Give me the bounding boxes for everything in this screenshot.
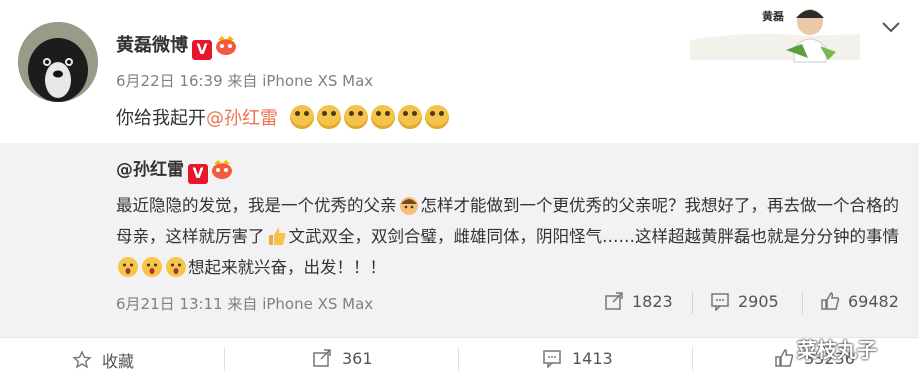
- doge-emoji-icon: [289, 105, 314, 129]
- surprised-emoji-icon: [142, 257, 162, 277]
- card-header-decoration: 黄磊: [690, 0, 860, 70]
- doge-emoji-group: [289, 105, 452, 129]
- stat-divider: [692, 292, 693, 314]
- post-author-name[interactable]: 黄磊微博: [116, 35, 188, 56]
- share-icon: [605, 292, 623, 310]
- stat-divider: [802, 292, 803, 314]
- member-crown-icon: [216, 36, 236, 55]
- surprised-emoji-icon: [118, 257, 138, 277]
- repost-author[interactable]: @孙红雷 V: [116, 155, 234, 184]
- comment-button[interactable]: 1413: [542, 348, 613, 368]
- repost-repost-count-button[interactable]: 1823: [604, 291, 673, 311]
- header-art-label: 黄磊: [762, 10, 784, 23]
- doge-emoji-icon: [316, 105, 341, 129]
- repost-text-part4: 想起来就兴奋，出发！！！: [188, 258, 386, 277]
- avatar[interactable]: [18, 22, 98, 102]
- favorite-label: 收藏: [102, 352, 135, 371]
- repost-repost-count: 1823: [632, 291, 673, 311]
- verified-icon: V: [192, 40, 212, 60]
- mention-link[interactable]: @孙红雷: [206, 108, 278, 129]
- chevron-down-icon: [882, 22, 900, 33]
- post-text-body: 你给我起开: [116, 108, 206, 129]
- doge-emoji-icon: [424, 105, 449, 129]
- post-source: 来自 iPhone XS Max: [227, 72, 374, 90]
- post-meta: 6月22日 16:39 来自 iPhone XS Max: [116, 70, 373, 91]
- repost-like-count-button[interactable]: 69482: [820, 291, 899, 311]
- repost-text: 最近隐隐的发觉，我是一个优秀的父亲 怎样才能做到一个更优秀的父亲呢？我想好了，再去…: [116, 190, 906, 283]
- verified-icon: V: [188, 164, 208, 184]
- repost-source: 来自 iPhone XS Max: [227, 295, 374, 313]
- comment-icon: [711, 293, 729, 311]
- action-divider: [224, 347, 225, 371]
- repost-date[interactable]: 6月21日 13:11: [116, 295, 223, 313]
- thumbs-up-emoji-icon: [268, 228, 285, 245]
- member-crown-icon: [212, 160, 232, 179]
- repost-button[interactable]: 361: [312, 348, 373, 368]
- repost-text-part1: 最近隐隐的发觉，我是一个优秀的父亲: [116, 196, 397, 215]
- repost-comment-count: 2905: [738, 291, 779, 311]
- favorite-button[interactable]: 收藏: [72, 348, 134, 372]
- star-icon: [72, 350, 92, 369]
- watermark: 菜枝丸子: [797, 338, 877, 362]
- more-options-button[interactable]: [880, 18, 902, 36]
- doge-emoji-icon: [343, 105, 368, 129]
- comment-icon: [543, 350, 561, 368]
- doge-emoji-icon: [397, 105, 422, 129]
- share-icon: [313, 349, 331, 367]
- action-divider: [692, 347, 693, 371]
- post-text: 你给我起开@孙红雷: [116, 104, 452, 130]
- repost-author-name[interactable]: @孙红雷: [116, 160, 184, 180]
- repost-meta: 6月21日 13:11 来自 iPhone XS Max: [116, 293, 373, 314]
- repost-text-part3: 文武双全，双剑合璧，雌雄同体，阴阳怪气……这样超越黄胖磊也就是分分钟的事情: [288, 227, 900, 246]
- surprised-emoji-icon: [166, 257, 186, 277]
- post-author[interactable]: 黄磊微博 V: [116, 31, 238, 60]
- doge-emoji-icon: [370, 105, 395, 129]
- repost-count: 361: [342, 348, 373, 368]
- action-divider: [458, 347, 459, 371]
- thumbs-up-icon: [821, 292, 840, 310]
- repost-like-count: 69482: [848, 291, 899, 311]
- comment-count: 1413: [572, 348, 613, 368]
- kid-face-emoji-icon: [399, 197, 418, 215]
- repost-comment-count-button[interactable]: 2905: [710, 291, 779, 311]
- thumbs-up-icon: [775, 349, 794, 367]
- avatar-dog-image: [18, 22, 98, 102]
- post-date[interactable]: 6月22日 16:39: [116, 72, 223, 90]
